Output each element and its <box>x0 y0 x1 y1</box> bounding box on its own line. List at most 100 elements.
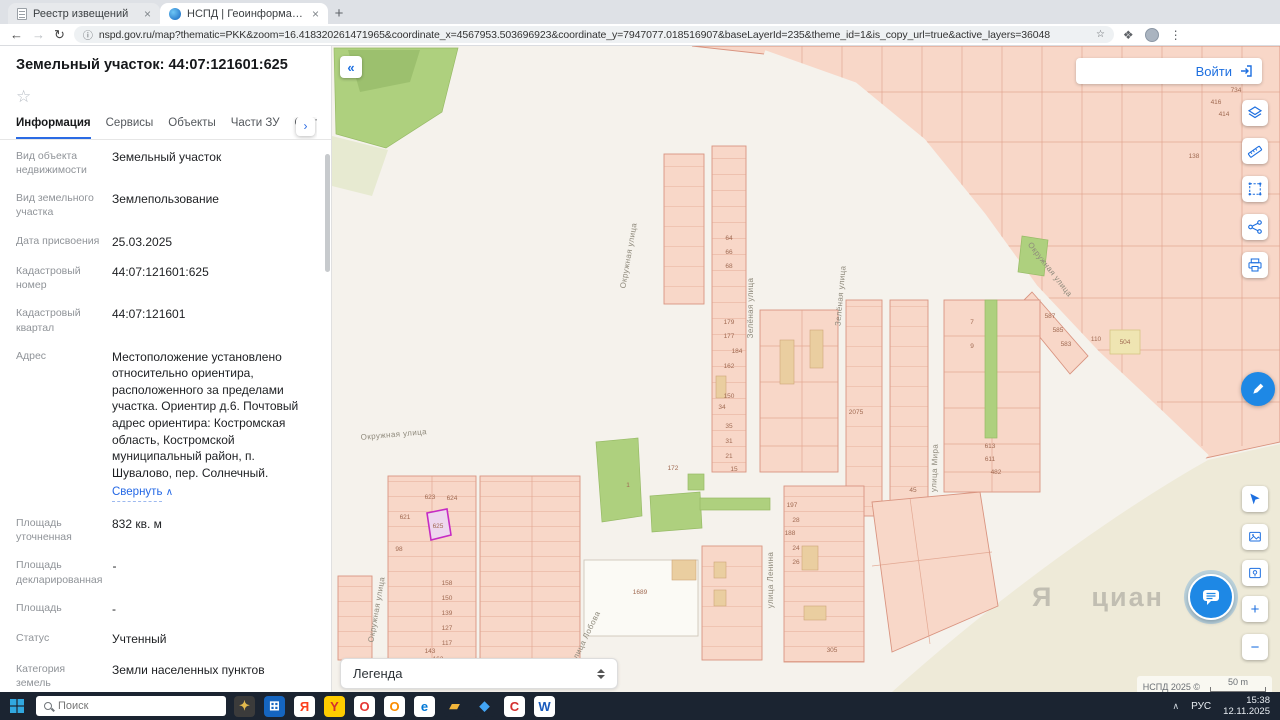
minus-icon: − <box>1251 639 1260 656</box>
url-text[interactable]: nspd.gov.ru/map?thematic=PKK&zoom=16.418… <box>99 29 1090 41</box>
parcel-label: 98 <box>395 546 403 553</box>
tab-services[interactable]: Сервисы <box>106 117 154 139</box>
browser-tab-registry[interactable]: Реестр извещений × <box>8 3 160 24</box>
chevron-up-icon[interactable]: ∧ <box>166 487 173 498</box>
site-info-icon[interactable]: ⓘ <box>83 27 93 42</box>
browser-actions: ❖ ⋮ <box>1123 28 1182 42</box>
field-row-address: Адрес Местоположение установлено относит… <box>16 342 317 509</box>
tray-chevron-icon[interactable]: ∧ <box>1173 701 1180 712</box>
address-text: Местоположение установлено относительно … <box>112 350 298 480</box>
parcel-label: 150 <box>442 595 453 602</box>
tab-objects[interactable]: Объекты <box>168 117 215 139</box>
yandex-start-icon[interactable]: Y <box>324 696 345 717</box>
parcel-grid <box>388 476 476 662</box>
language-indicator[interactable]: РУС <box>1191 701 1211 712</box>
legend-bar[interactable]: Легенда <box>340 658 618 689</box>
ruler-button[interactable] <box>1242 138 1268 164</box>
print-button[interactable] <box>1242 252 1268 278</box>
field-row: Площадь уточненная832 кв. м <box>16 509 317 551</box>
tab-information[interactable]: Информация <box>16 117 91 139</box>
panel-scrollbar[interactable] <box>325 154 330 272</box>
page-title: Земельный участок: 44:07:121601:625 <box>16 56 306 75</box>
expand-collapse-icon[interactable] <box>597 669 605 679</box>
parcel-label: 2075 <box>849 409 864 416</box>
parcel-label: 625 <box>433 523 444 530</box>
new-tab-button[interactable]: + <box>328 3 350 24</box>
explorer-folder-icon[interactable]: ▰ <box>444 696 465 717</box>
app-grid-icon[interactable]: ⊞ <box>264 696 285 717</box>
parcel-info-panel: Земельный участок: 44:07:121601:625 ☆ Ин… <box>0 46 332 692</box>
taskbar-clock[interactable]: 15:38 12.11.2025 <box>1223 695 1274 717</box>
parcel-label: 482 <box>991 469 1002 476</box>
parcel-block <box>944 300 1040 492</box>
screen: Реестр извещений × НСПД | Геоинформацион… <box>0 0 1280 720</box>
chat-button[interactable] <box>1188 574 1234 620</box>
reload-icon[interactable]: ↻ <box>54 28 65 41</box>
parcel-label: 179 <box>724 319 735 326</box>
pencil-icon <box>1250 381 1266 397</box>
share-button[interactable] <box>1242 214 1268 240</box>
browser-tab-nspd[interactable]: НСПД | Геоинформационный п × <box>160 3 328 24</box>
extensions-icon[interactable]: ❖ <box>1123 28 1134 42</box>
parcel-label: 24 <box>792 545 800 552</box>
edge-icon[interactable]: e <box>414 696 435 717</box>
menu-kebab-icon[interactable]: ⋮ <box>1170 28 1182 42</box>
back-icon[interactable]: ← <box>10 28 23 41</box>
document-favicon-icon <box>17 8 27 20</box>
object-card-button[interactable] <box>1242 560 1268 586</box>
forward-icon[interactable]: → <box>32 28 45 41</box>
login-label[interactable]: Войти <box>1196 64 1232 79</box>
map-credit: НСПД 2025 © 50 m <box>1137 676 1272 692</box>
measure-area-button[interactable] <box>1242 176 1268 202</box>
map-area: Окружная улицаОкружная улицаЗелёная улиц… <box>332 46 1280 692</box>
locate-button[interactable] <box>1242 486 1268 512</box>
close-tab-icon[interactable]: × <box>144 7 151 21</box>
emblem-icon[interactable]: ✦ <box>234 696 255 717</box>
parcel-strip <box>664 154 704 304</box>
c-app-icon[interactable]: С <box>504 696 525 717</box>
login-bar[interactable]: Войти <box>1076 58 1262 84</box>
parcel-label: 504 <box>1120 339 1131 346</box>
parcel-label: 35 <box>725 423 733 430</box>
tab-parts[interactable]: Части ЗУ <box>231 117 280 139</box>
zoom-out-button[interactable]: − <box>1242 634 1268 660</box>
windows-icon <box>10 699 24 713</box>
close-tab-icon[interactable]: × <box>312 7 319 21</box>
parcel-label: 184 <box>732 348 743 355</box>
collapse-panel-button[interactable]: « <box>340 56 362 78</box>
parcel-label: 139 <box>442 610 453 617</box>
parcel-label: 621 <box>400 514 411 521</box>
measure-area-icon <box>1246 180 1264 198</box>
search-input[interactable] <box>58 700 198 712</box>
orange-browser-icon[interactable]: O <box>384 696 405 717</box>
field-rows: Вид объекта недвижимостиЗемельный участо… <box>0 140 331 692</box>
field-row: Площадь декларированная- <box>16 551 317 593</box>
blue-app-icon[interactable]: ◆ <box>474 696 495 717</box>
start-button[interactable] <box>6 695 28 717</box>
parcel-label: 127 <box>442 625 453 632</box>
search-icon <box>44 702 52 710</box>
favorite-star-icon[interactable]: ☆ <box>16 87 31 107</box>
parcel-label: 611 <box>985 456 996 463</box>
clock-date: 12.11.2025 <box>1223 706 1270 717</box>
zoom-in-button[interactable]: + <box>1242 596 1268 622</box>
feedback-button[interactable] <box>1241 372 1275 406</box>
browser-toolbar: ← → ↻ ⓘ nspd.gov.ru/map?thematic=PKK&zoo… <box>0 24 1280 46</box>
parcel-label: 1689 <box>633 589 648 596</box>
layers-button[interactable] <box>1242 100 1268 126</box>
address-bar[interactable]: ⓘ nspd.gov.ru/map?thematic=PKK&zoom=16.4… <box>74 26 1114 43</box>
collapse-address-link[interactable]: Свернуть <box>112 485 162 502</box>
word-icon[interactable]: W <box>534 696 555 717</box>
field-row: Вид объекта недвижимостиЗемельный участо… <box>16 142 317 184</box>
basemap-button[interactable] <box>1242 524 1268 550</box>
parcel-label: 177 <box>724 333 735 340</box>
yandex-browser-icon[interactable]: Я <box>294 696 315 717</box>
parcel-grid <box>338 576 372 660</box>
tabs-scroll-right-icon[interactable]: › <box>296 117 315 136</box>
parcel-label: 21 <box>725 453 733 460</box>
opera-icon[interactable]: O <box>354 696 375 717</box>
field-row: Кадастровый номер44:07:121601:625 <box>16 257 317 299</box>
profile-avatar[interactable] <box>1145 28 1159 42</box>
taskbar-search[interactable] <box>36 696 226 716</box>
bookmark-star-icon[interactable]: ☆ <box>1096 29 1105 40</box>
